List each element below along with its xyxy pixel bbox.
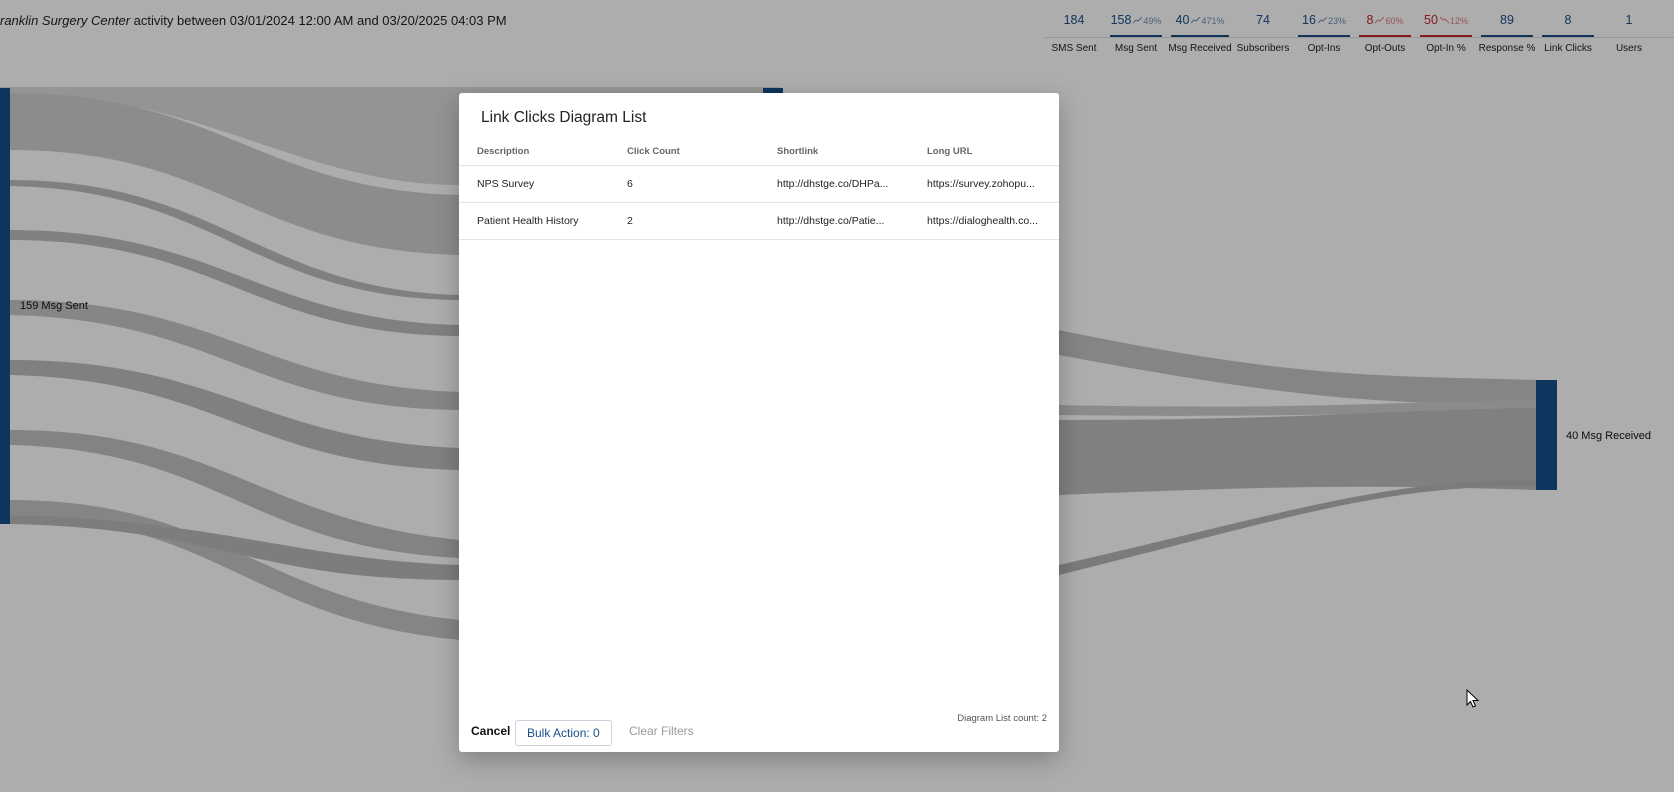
column-header-long-url[interactable]: Long URL	[927, 146, 1043, 157]
table-row[interactable]: Patient Health History 2 http://dhstge.c…	[459, 203, 1059, 240]
cell-shortlink[interactable]: http://dhstge.co/DHPa...	[777, 178, 892, 190]
diagram-list-count: Diagram List count: 2	[957, 713, 1047, 724]
bulk-action-button[interactable]: Bulk Action: 0	[515, 720, 612, 746]
link-clicks-modal: Link Clicks Diagram List Description Cli…	[459, 93, 1059, 752]
mouse-pointer-icon	[1466, 689, 1480, 708]
table-header: Description Click Count Shortlink Long U…	[459, 141, 1059, 166]
cell-description: NPS Survey	[477, 178, 535, 190]
cell-click-count: 2	[627, 215, 633, 227]
modal-title: Link Clicks Diagram List	[481, 109, 647, 126]
cell-shortlink[interactable]: http://dhstge.co/Patie...	[777, 215, 892, 227]
clear-filters-button[interactable]: Clear Filters	[629, 724, 694, 738]
dashboard-page: ranklin Surgery Center activity between …	[0, 0, 1674, 792]
column-header-description[interactable]: Description	[477, 146, 617, 157]
column-header-click-count[interactable]: Click Count	[627, 146, 767, 157]
cell-description: Patient Health History	[477, 215, 579, 227]
cancel-button[interactable]: Cancel	[471, 724, 510, 738]
column-header-shortlink[interactable]: Shortlink	[777, 146, 892, 157]
cell-click-count: 6	[627, 178, 633, 190]
cell-long-url[interactable]: https://dialoghealth.co...	[927, 215, 1043, 227]
table-row[interactable]: NPS Survey 6 http://dhstge.co/DHPa... ht…	[459, 166, 1059, 203]
cell-long-url[interactable]: https://survey.zohopu...	[927, 178, 1043, 190]
